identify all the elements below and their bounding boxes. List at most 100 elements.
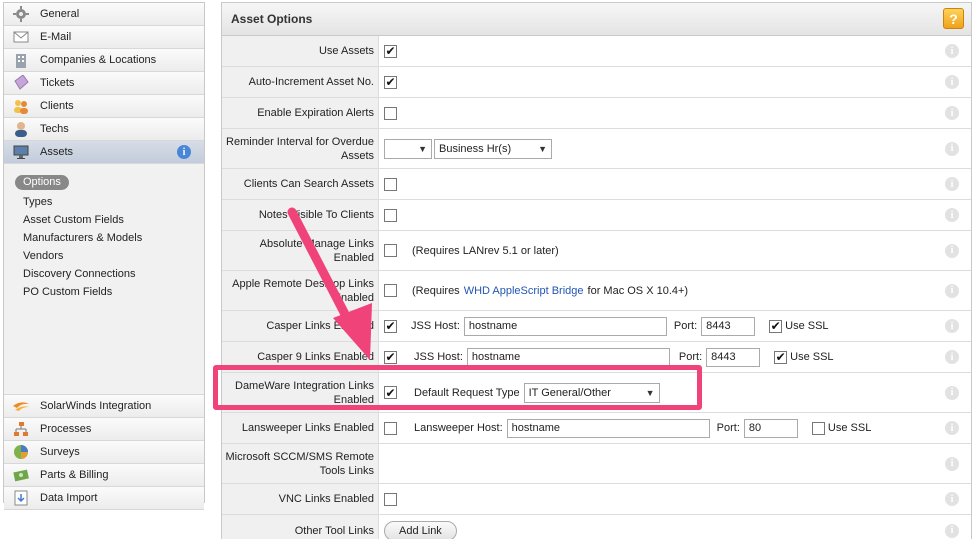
requirement-note: (Requires LANrev 5.1 or later) [412,244,559,257]
row-expiration-alerts: Enable Expiration Alerts i [222,98,971,129]
submenu-types[interactable]: Types [15,193,204,211]
port-input[interactable]: 8443 [701,316,756,336]
port-label: Port: [716,422,740,434]
nav-label: SolarWinds Integration [40,400,152,412]
info-icon[interactable]: i [945,75,959,89]
assets-submenu: Options Types Asset Custom Fields Manufa… [4,164,204,395]
info-icon[interactable]: i [177,145,191,159]
row-vnc: VNC Links Enabled i [222,484,971,515]
info-icon[interactable]: i [945,177,959,191]
use-assets-checkbox[interactable]: ✔ [384,44,397,58]
row-label: Other Tool Links [222,515,379,539]
nav-clients[interactable]: Clients [4,95,204,118]
info-icon[interactable]: i [945,106,959,120]
ticket-icon [13,75,29,91]
notes-visible-checkbox[interactable] [384,208,397,222]
row-label: Apple Remote Desktop Links Enabled [222,271,379,310]
submenu-options[interactable]: Options [15,175,69,190]
use-ssl-label: Use SSL [785,320,829,332]
nav-general[interactable]: General [4,3,204,26]
nav-tickets[interactable]: Tickets [4,72,204,95]
nav-label: Companies & Locations [40,54,157,66]
expiration-alerts-checkbox[interactable] [384,106,397,120]
info-icon[interactable]: i [945,350,959,364]
jss-host-input[interactable]: hostname [466,347,670,367]
info-icon[interactable]: i [945,208,959,222]
nav-solarwinds[interactable]: SolarWinds Integration [4,395,204,418]
use-ssl-checkbox[interactable] [811,421,825,435]
nav-label: General [40,8,80,20]
request-type-label: Default Request Type [414,386,520,399]
lansweeper-checkbox[interactable] [384,421,397,435]
casper9-checkbox[interactable]: ✔ [384,350,397,364]
add-link-button[interactable]: Add Link [384,520,457,539]
clients-search-checkbox[interactable] [384,177,397,191]
nav-label: Processes [40,423,92,435]
info-icon[interactable]: i [945,44,959,58]
nav-label: Tickets [40,77,75,89]
row-label: Lansweeper Links Enabled [222,413,379,443]
use-ssl-checkbox[interactable]: ✔ [774,350,788,364]
row-label: Casper 9 Links Enabled [222,342,379,372]
request-type-select[interactable]: IT General/Other ▼ [523,382,660,403]
vnc-checkbox[interactable] [384,492,397,506]
row-dameware: DameWare Integration Links Enabled ✔ Def… [222,373,971,413]
chevron-down-icon: ▼ [538,143,547,154]
chevron-down-icon: ▼ [418,143,427,154]
sidebar: General E-Mail Companies & Locations Tic… [3,2,205,510]
info-icon[interactable]: i [945,283,959,298]
info-icon[interactable]: i [945,523,959,538]
apple-remote-checkbox[interactable] [384,284,397,297]
nav-label: E-Mail [40,31,72,43]
select-value: IT General/Other [528,386,611,399]
nav-parts-billing[interactable]: Parts & Billing [4,464,204,487]
submenu-manufacturers-models[interactable]: Manufacturers & Models [15,229,204,247]
info-icon[interactable]: i [945,421,959,435]
nav-email[interactable]: E-Mail [4,26,204,49]
absolute-manage-checkbox[interactable] [384,244,397,257]
port-input[interactable]: 80 [743,418,798,438]
row-label: Auto-Increment Asset No. [222,67,379,97]
monitor-icon [13,144,29,160]
casper-checkbox[interactable]: ✔ [384,319,397,333]
nav-assets[interactable]: Assets i [4,141,204,164]
row-auto-increment: Auto-Increment Asset No. ✔ i [222,67,971,98]
help-icon[interactable]: ? [943,8,964,29]
row-apple-remote-desktop: Apple Remote Desktop Links Enabled (Requ… [222,271,971,311]
submenu-discovery-connections[interactable]: Discovery Connections [15,265,204,283]
panel-header: Asset Options ? [222,3,971,36]
dameware-checkbox[interactable]: ✔ [384,386,397,399]
port-input[interactable]: 8443 [706,347,761,367]
use-ssl-label: Use SSL [790,351,834,363]
auto-increment-checkbox[interactable]: ✔ [384,75,397,89]
jss-host-input[interactable]: hostname [463,316,667,336]
nav-companies-locations[interactable]: Companies & Locations [4,49,204,72]
port-label: Port: [673,320,698,332]
nav-surveys[interactable]: Surveys [4,441,204,464]
row-casper9: Casper 9 Links Enabled ✔ JSS Host: hostn… [222,342,971,373]
info-icon[interactable]: i [945,492,959,506]
info-icon[interactable]: i [945,456,959,471]
info-icon[interactable]: i [945,243,959,258]
submenu-asset-custom-fields[interactable]: Asset Custom Fields [15,211,204,229]
nav-techs[interactable]: Techs [4,118,204,141]
info-icon[interactable]: i [945,385,959,400]
row-notes-visible: Notes Visible To Clients i [222,200,971,231]
row-label: Absolute Manage Links Enabled [222,231,379,270]
applescript-bridge-link[interactable]: WHD AppleScript Bridge [464,285,584,297]
row-label: DameWare Integration Links Enabled [222,373,379,412]
host-label: Lansweeper Host: [414,422,503,434]
reminder-count-select[interactable]: ▼ [384,138,432,159]
nav-processes[interactable]: Processes [4,418,204,441]
row-casper: Casper Links Enabled ✔ JSS Host: hostnam… [222,311,971,342]
reminder-unit-select[interactable]: Business Hr(s) ▼ [434,138,552,159]
use-ssl-checkbox[interactable]: ✔ [769,319,783,333]
nav-data-import[interactable]: Data Import [4,487,204,510]
info-icon[interactable]: i [945,319,959,333]
info-icon[interactable]: i [945,141,959,156]
nav-label: Assets [40,146,74,158]
submenu-po-custom-fields[interactable]: PO Custom Fields [15,283,204,301]
row-sccm: Microsoft SCCM/SMS Remote Tools Links i [222,444,971,484]
lansweeper-host-input[interactable]: hostname [506,418,710,438]
submenu-vendors[interactable]: Vendors [15,247,204,265]
